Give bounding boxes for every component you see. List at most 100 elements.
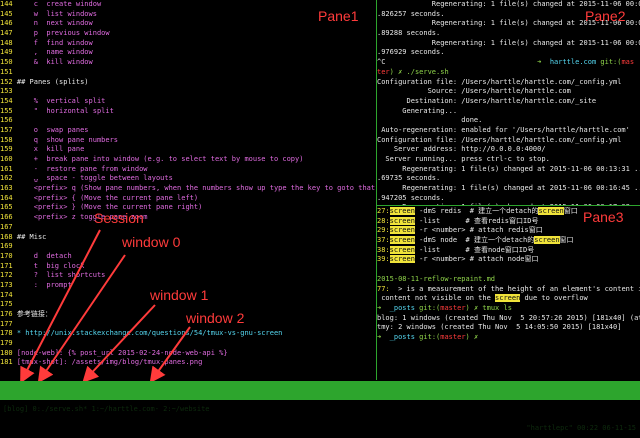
pane1-line: 163 <prefix> q (Show pane numbers, when … <box>0 184 376 194</box>
line-number: 168 <box>0 232 13 241</box>
pane2-line: Source: /Users/harttle/harttle.com <box>377 87 640 97</box>
window0-annotation: window 0 <box>122 234 181 250</box>
pane2-line: Server address: http://0.0.0.0:4000/ <box>377 145 640 155</box>
text-segment: mas <box>621 58 635 67</box>
pane1-line: 151 <box>0 68 376 78</box>
pane2-line: ^C ➜ harttle.com git:(mas <box>377 58 640 68</box>
pane2-line: .947205 seconds. <box>377 194 640 204</box>
text-segment: n next window <box>12 19 93 28</box>
pane1-line: 164 <prefix> { (Move the current pane le… <box>0 194 376 204</box>
pane2-line: Configuration file: /Users/harttle/hartt… <box>377 136 640 146</box>
text-segment: screen <box>389 226 415 235</box>
text-segment: - restore pane from window <box>12 164 148 173</box>
text-segment: Regenerating: 1 file(s) changed at 2015-… <box>431 0 640 8</box>
text-segment: ⍽ space - toggle between layouts <box>12 174 173 183</box>
pane1-line: 179 <box>0 339 376 349</box>
pane3-line: tmy: 2 windows (created Thu Nov 5 14:05:… <box>377 323 640 333</box>
pane3-line: 29:screen -r <number> # attach redis窗口 <box>377 226 640 236</box>
line-number: 175 <box>0 300 13 309</box>
pane-2[interactable]: Regenerating: 1 file(s) changed at 2015-… <box>377 0 640 205</box>
pane1-line: 161 - restore pane from window <box>0 165 376 175</box>
text-segment: d detach <box>12 251 72 260</box>
text-segment: 2015-08-11-reflow-repaint.md <box>377 274 496 283</box>
text-segment: ➜ <box>377 332 390 341</box>
text-segment: Configuration file: /Users/harttle/hartt… <box>377 135 622 144</box>
text-segment: o swap panes <box>12 125 89 134</box>
line-number: 29: <box>377 226 390 235</box>
text-segment: screen <box>389 255 415 264</box>
text-segment: screen <box>389 236 415 245</box>
text-segment: git:( <box>600 58 622 67</box>
pane2-line: Regenerating: 1 file(s) changed at 2015-… <box>377 184 640 194</box>
text-segment: ## Panes (splits) <box>12 77 89 86</box>
pane2-line: .69735 seconds. <box>377 174 640 184</box>
text-segment: 窗口 <box>563 207 578 215</box>
line-number: 164 <box>0 193 13 202</box>
text-segment: master <box>440 332 466 341</box>
pane1-line: 156 <box>0 116 376 126</box>
line-number: 158 <box>0 135 13 144</box>
pane1-line: 157 o swap panes <box>0 126 376 136</box>
text-segment: f find window <box>12 38 93 47</box>
line-number: 151 <box>0 67 13 76</box>
text-segment: git:( <box>419 332 441 341</box>
line-number: 77: <box>377 284 390 293</box>
text-segment: * http://unix.stackexchange.com/question… <box>12 329 283 338</box>
text-segment: .947205 seconds. <box>377 193 445 202</box>
text-segment: .69735 seconds. <box>377 174 441 183</box>
text-segment: <prefix> q (Show pane numbers, when the … <box>12 184 376 193</box>
pane2-line: ter) ✗ ./serve.sh <box>377 68 640 78</box>
pane3-line: 39:screen -r <number> # attach node窗口 <box>377 255 640 265</box>
pane-3[interactable]: 27:screen -dmS redis # 建立一个detach的screen… <box>377 207 640 380</box>
status-right-host-clock: "harttlepc" 00:22 06-11-15 <box>526 424 636 432</box>
status-left-windows[interactable]: [blog] 0:./serve.sh* 1:~/harttle.com- 2:… <box>3 400 210 419</box>
text-segment: ## Misc <box>12 232 47 241</box>
pane2-line: Configuration file: /Users/harttle/hartt… <box>377 78 640 88</box>
text-segment: Server address: http://0.0.0.0:4000/ <box>377 145 546 154</box>
line-number: 28: <box>377 216 390 225</box>
text-segment: _posts <box>389 332 420 341</box>
line-number: 150 <box>0 58 13 67</box>
text-segment: .826257 seconds. <box>377 9 445 18</box>
session-annotation: Session <box>94 210 144 226</box>
pane1-line: 162 ⍽ space - toggle between layouts <box>0 174 376 184</box>
pane2-line: done. <box>377 116 640 126</box>
window2-annotation: window 2 <box>186 310 245 326</box>
pane3-line: 2015-08-11-reflow-repaint.md <box>377 275 640 285</box>
line-number: 174 <box>0 290 13 299</box>
line-number: 39: <box>377 255 390 264</box>
pane1-line: 181 [tmux-shot]: /assets/img/blog/tmux-p… <box>0 358 376 368</box>
pane1-line: 167 <box>0 223 376 233</box>
text-segment: content not visible on the <box>377 294 496 303</box>
pane3-label: Pane3 <box>583 209 624 225</box>
line-number: 165 <box>0 203 13 212</box>
text-segment: -list # 查看node窗口ID号 <box>414 245 535 254</box>
line-number: 148 <box>0 38 13 47</box>
text-segment: ➜ <box>385 58 550 67</box>
pane1-line: 154 % vertical split <box>0 97 376 107</box>
text-segment: % vertical split <box>12 96 106 105</box>
line-number: 176 <box>0 310 13 318</box>
line-number: 146 <box>0 19 13 28</box>
line-number: 37: <box>377 236 390 245</box>
pane1-line: 168 ## Misc <box>0 233 376 243</box>
line-number: 149 <box>0 48 13 57</box>
pane1-line: 150 & kill window <box>0 58 376 68</box>
text-segment: : prompt <box>12 280 72 289</box>
text-segment: Server running... press ctrl-c to stop. <box>377 155 550 163</box>
text-segment: ) ✗ <box>465 332 479 341</box>
text-segment: Regenerating: 1 file(s) changed at 2015-… <box>431 38 640 47</box>
line-number: 156 <box>0 116 13 125</box>
text-segment: x kill pane <box>12 145 85 154</box>
pane2-line: Generating... <box>377 107 640 117</box>
text-segment: screen <box>389 216 415 225</box>
pane2-line: Auto-regeneration: enabled for '/Users/h… <box>377 126 640 136</box>
pane3-line: ➜ _posts git:(master) ✗ tmux ls <box>377 304 640 314</box>
text-segment: & kill window <box>12 58 93 67</box>
pane-divider-horizontal[interactable] <box>377 205 640 206</box>
line-number: 27: <box>377 207 390 215</box>
text-segment: screen <box>389 245 415 254</box>
text-segment: c create window <box>12 0 102 8</box>
text-segment: > is a measurement of the height of an e… <box>398 284 640 293</box>
line-number: 159 <box>0 145 13 154</box>
